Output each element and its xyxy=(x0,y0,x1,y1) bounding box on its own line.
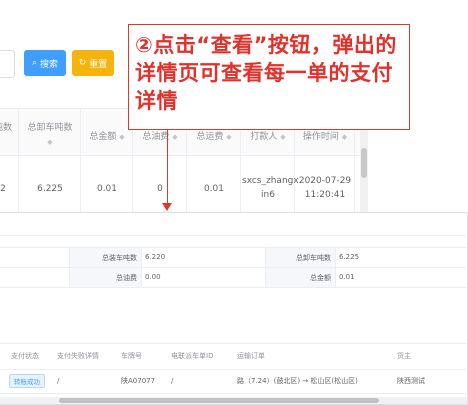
column-header-owner: 货主 xyxy=(397,352,411,360)
column-header-fail-detail: 支付失败详情 xyxy=(57,352,99,360)
column-header-transport-order: 运输订单 xyxy=(237,352,265,360)
summary-label-fuel: 总油费 xyxy=(116,274,137,282)
search-button-label: 搜索 xyxy=(40,59,59,70)
search-button[interactable]: ⌕ 搜索 xyxy=(24,50,66,76)
dialog-header xyxy=(0,213,467,236)
summary-value-load-tons: 6.220 xyxy=(145,253,166,261)
pay-status-cell: 转账成功 xyxy=(9,369,45,393)
sort-icon: ◆ xyxy=(226,133,232,141)
summary-value-unload-tons: 6.225 xyxy=(339,253,360,261)
column-header-total-freight[interactable]: 总运费 ◆ xyxy=(188,130,240,144)
column-header-operation-time[interactable]: 操作时间 ◆ xyxy=(296,130,354,144)
summary-value-amount: 0.01 xyxy=(339,273,355,281)
time-cell: 2020-07-29 11:20:41 xyxy=(298,176,352,200)
summary-label-load-tons: 总装车吨数 xyxy=(102,254,137,262)
annotation-callout: ②点击“查看”按钮，弹出的详情页可查看每一单的支付详情 xyxy=(128,24,410,130)
status-badge: 转账成功 xyxy=(9,374,45,388)
sort-icon: ◆ xyxy=(172,133,178,141)
annotation-arrow xyxy=(167,130,168,208)
summary-value-fuel: 0.00 xyxy=(145,273,161,281)
search-icon: ⌕ xyxy=(31,58,38,68)
horizontal-scrollbar[interactable] xyxy=(0,397,467,404)
arrow-head-icon xyxy=(162,203,172,211)
reset-button[interactable]: ↻ 重置 xyxy=(72,50,114,76)
reset-button-label: 重置 xyxy=(89,59,108,70)
search-input[interactable] xyxy=(0,50,15,78)
summary-label-unload-tons: 总卸车吨数 xyxy=(296,254,331,262)
payer-cell: sxcs_zhangx in6 xyxy=(242,176,299,200)
column-header-pay-status: 支付状态 xyxy=(11,352,39,360)
column-header-unload-tons[interactable]: 总卸车吨数 ◆ xyxy=(20,121,80,149)
column-header-tonnage[interactable]: 吨数 xyxy=(0,121,18,135)
detail-summary: 总装车吨数 6.220 总卸车吨数 6.225 总油费 0.00 总金额 0.0… xyxy=(0,247,467,288)
column-header-plate: 车牌号 xyxy=(121,352,142,360)
sort-icon: ◆ xyxy=(341,133,348,141)
column-header-payer[interactable]: 打款人 ◆ xyxy=(242,130,294,144)
sort-icon: ◆ xyxy=(280,133,286,141)
payment-detail-dialog: 总装车吨数 6.220 总卸车吨数 6.225 总油费 0.00 总金额 0.0… xyxy=(0,212,468,405)
annotation-text: ②点击“查看”按钮，弹出的详情页可查看每一单的支付详情 xyxy=(135,33,397,113)
sort-icon: ◆ xyxy=(47,138,53,146)
column-header-total-amount[interactable]: 总金额 ◆ xyxy=(82,130,132,144)
summary-label-amount: 总金额 xyxy=(310,274,331,282)
sort-icon: ◆ xyxy=(119,133,125,141)
column-header-dispatch-id: 电联派车单ID xyxy=(171,352,214,360)
column-header-total-fuel[interactable]: 总油费 ◆ xyxy=(134,130,186,144)
refresh-icon: ↻ xyxy=(78,58,87,68)
